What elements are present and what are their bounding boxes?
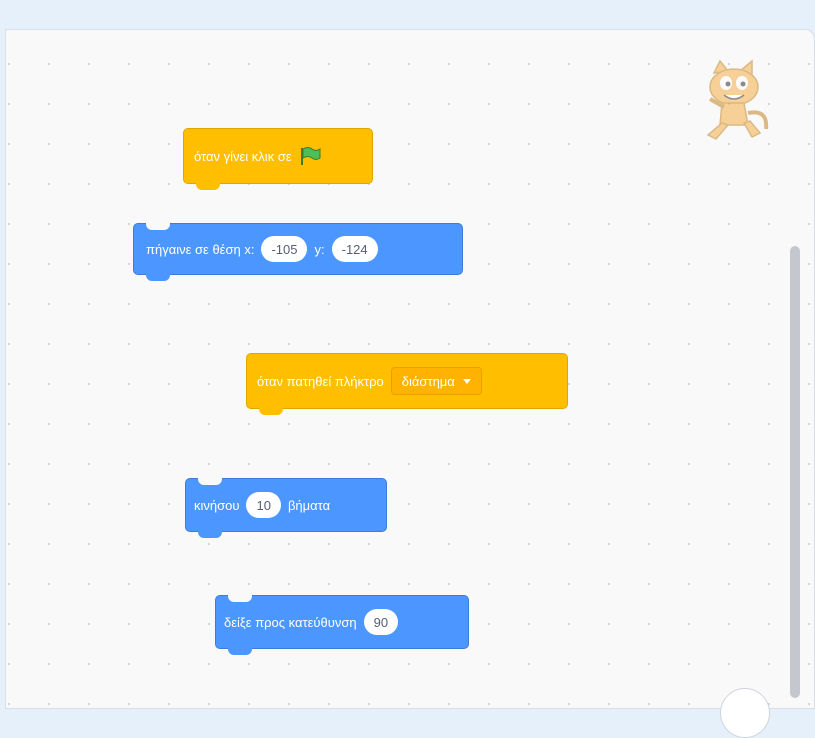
y-value-input[interactable]: -124 <box>331 236 378 262</box>
block-label: όταν πατηθεί πλήκτρο <box>257 373 384 389</box>
when-key-pressed-block[interactable]: όταν πατηθεί πλήκτρο διάστημα <box>246 329 568 415</box>
move-steps-block[interactable]: κινήσου 10 βήματα <box>185 478 387 538</box>
point-in-direction-block[interactable]: δείξε προς κατεύθυνση 90 <box>215 595 469 655</box>
block-label: πήγαινε σε θέση x: <box>146 241 255 257</box>
block-suffix: βήματα <box>287 497 331 513</box>
block-label: κινήσου <box>194 497 240 513</box>
steps-value-input[interactable]: 10 <box>246 492 281 518</box>
direction-value-input[interactable]: 90 <box>363 609 399 635</box>
vertical-scrollbar[interactable] <box>790 246 800 698</box>
zoom-button[interactable] <box>720 688 770 738</box>
block-label: όταν γίνει κλικ σε <box>194 148 292 164</box>
y-label: y: <box>314 241 325 257</box>
when-flag-clicked-block[interactable]: όταν γίνει κλικ σε <box>183 104 373 190</box>
key-dropdown[interactable]: διάστημα <box>390 367 482 395</box>
block-label: δείξε προς κατεύθυνση <box>224 614 357 630</box>
key-dropdown-value: διάστημα <box>401 373 455 389</box>
scratch-cat-icon <box>706 59 769 140</box>
go-to-xy-block[interactable]: πήγαινε σε θέση x: -105 y: -124 <box>133 223 463 281</box>
dropdown-caret-icon <box>462 378 471 384</box>
x-value-input[interactable]: -105 <box>261 236 308 262</box>
green-flag-icon <box>300 147 321 165</box>
